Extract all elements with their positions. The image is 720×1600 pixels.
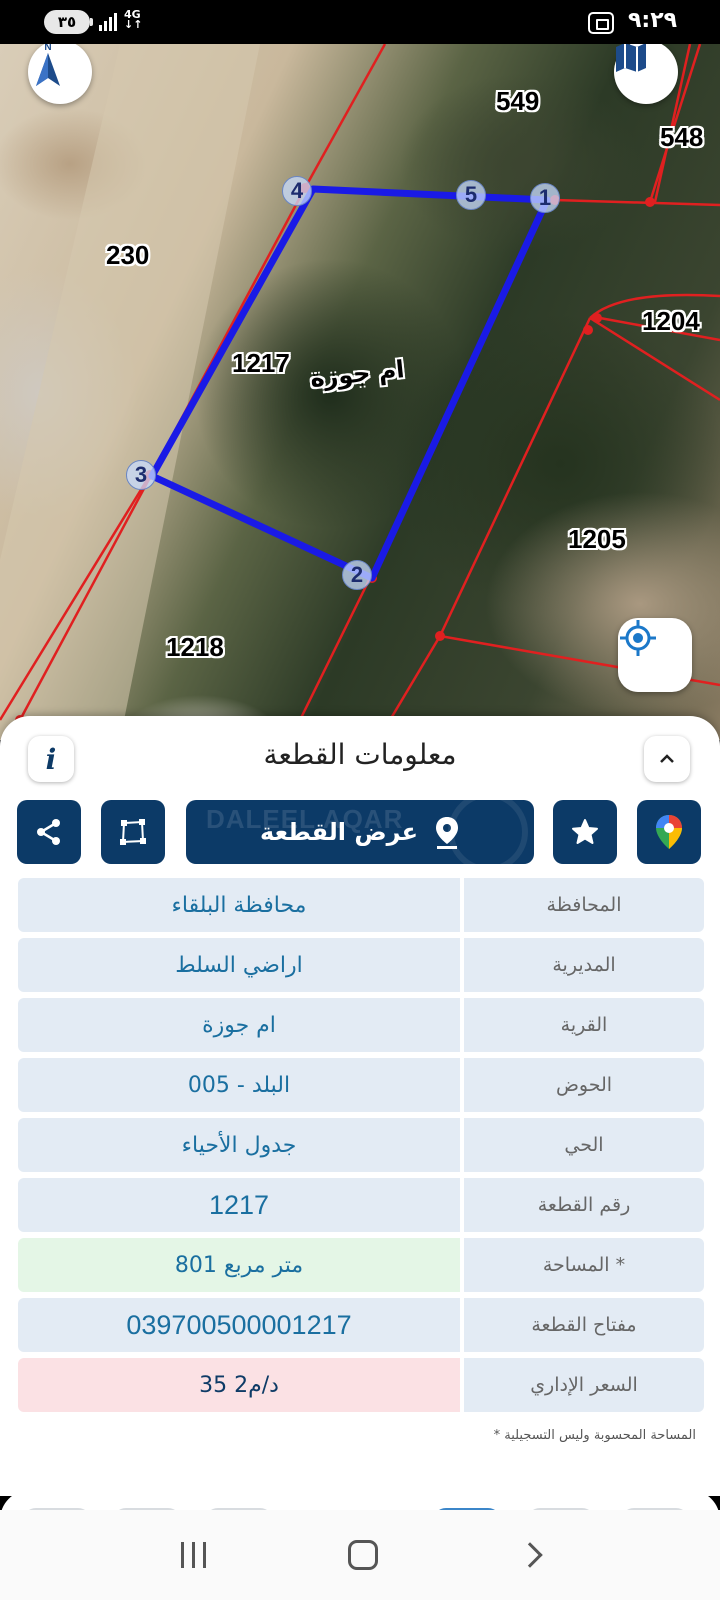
clock: ٩:٢٩ [628, 8, 678, 33]
table-row: 35 د/م2 السعر الإداري [18, 1358, 704, 1412]
table-row: ام جوزة القرية [18, 998, 704, 1052]
parcel-label-1205: 1205 [568, 524, 626, 554]
show-parcel-button[interactable]: DALEEL AQAR عرض القطعة [186, 800, 534, 864]
vertex-marker[interactable]: 1 [530, 183, 560, 213]
google-maps-pin-icon [656, 815, 682, 849]
svg-text:N: N [44, 44, 51, 53]
crosshair-location-icon [620, 620, 656, 656]
signal-icon [99, 13, 117, 31]
parcel-boundaries [0, 44, 720, 740]
governorate-label: المحافظة [464, 878, 704, 932]
parcel-label-230: 230 [106, 240, 150, 270]
parcel-label-549: 549 [496, 86, 540, 116]
share-icon [37, 819, 60, 845]
neighborhood-label: الحي [464, 1118, 704, 1172]
satellite-map[interactable]: 549 548 230 1217 1204 1205 1218 ام جوزة … [0, 44, 720, 740]
google-maps-button[interactable] [637, 800, 701, 864]
area-footnote: * المساحة المحسوبة وليس التسجيلية [493, 1428, 696, 1443]
system-nav-bar [0, 1510, 720, 1600]
table-row: 039700500001217 مفتاح القطعة [18, 1298, 704, 1352]
star-icon [572, 819, 598, 844]
table-row: اراضي السلط المديرية [18, 938, 704, 992]
panel-title: معلومات القطعة [263, 738, 457, 771]
vertex-marker[interactable]: 2 [342, 560, 372, 590]
table-row: 1217 رقم القطعة [18, 1178, 704, 1232]
map-icon [616, 44, 646, 72]
admin-price-value: 35 د/م2 [18, 1358, 460, 1412]
watermark-logo [448, 800, 528, 864]
favorite-button[interactable] [553, 800, 617, 864]
home-button[interactable] [348, 1540, 379, 1570]
status-bar: ٣٥ 4G ↓↑ ٩:٢٩ [0, 0, 720, 44]
parcel-label-548: 548 [660, 122, 704, 152]
chevron-up-icon [660, 754, 674, 763]
battery-indicator: ٣٥ [44, 10, 90, 34]
vertex-marker[interactable]: 4 [282, 176, 312, 206]
vertex-marker[interactable]: 5 [456, 180, 486, 210]
compass-north-icon: N [36, 44, 60, 86]
basin-value: البلد - 005 [18, 1058, 460, 1112]
recent-apps-button[interactable] [181, 1542, 207, 1568]
parcel-label-1204: 1204 [642, 306, 700, 336]
directorate-label: المديرية [464, 938, 704, 992]
directorate-value: اراضي السلط [18, 938, 460, 992]
measure-polygon-button[interactable] [101, 800, 165, 864]
admin-price-label: السعر الإداري [464, 1358, 704, 1412]
parcel-number-value: 1217 [18, 1178, 460, 1232]
polygon-corners-icon [120, 819, 146, 845]
my-location-button[interactable] [618, 618, 692, 692]
table-row: البلد - 005 الحوض [18, 1058, 704, 1112]
network-type: 4G ↓↑ [124, 8, 143, 31]
vertex-marker[interactable]: 3 [126, 460, 156, 490]
info-button[interactable]: i [28, 736, 74, 782]
area-label: المساحة * [464, 1238, 704, 1292]
governorate-value: محافظة البلقاء [18, 878, 460, 932]
collapse-button[interactable] [644, 736, 690, 782]
area-value: 801 متر مربع [18, 1238, 460, 1292]
show-parcel-label: عرض القطعة [260, 818, 418, 846]
basin-label: الحوض [464, 1058, 704, 1112]
share-button[interactable] [17, 800, 81, 864]
parcel-info-table: محافظة البلقاء المحافظة اراضي السلط المد… [18, 878, 704, 1418]
parcel-info-panel: معلومات القطعة i DALEEL AQAR عرض القطعة [0, 716, 720, 1496]
parcel-label-1217: 1217 [232, 348, 290, 378]
village-value: ام جوزة [18, 998, 460, 1052]
battery-tip [90, 18, 93, 26]
parcel-number-label: رقم القطعة [464, 1178, 704, 1232]
table-row: 801 متر مربع المساحة * [18, 1238, 704, 1292]
village-row-label: القرية [464, 998, 704, 1052]
parcel-key-label: مفتاح القطعة [464, 1298, 704, 1352]
parcel-key-value[interactable]: 039700500001217 [18, 1298, 460, 1352]
neighborhood-value: جدول الأحياء [18, 1118, 460, 1172]
screenshot-icon [588, 12, 614, 34]
table-row: محافظة البلقاء المحافظة [18, 878, 704, 932]
back-button[interactable] [517, 1542, 543, 1568]
parcel-label-1218: 1218 [166, 632, 224, 662]
info-icon: i [45, 742, 57, 776]
table-row: جدول الأحياء الحي [18, 1118, 704, 1172]
